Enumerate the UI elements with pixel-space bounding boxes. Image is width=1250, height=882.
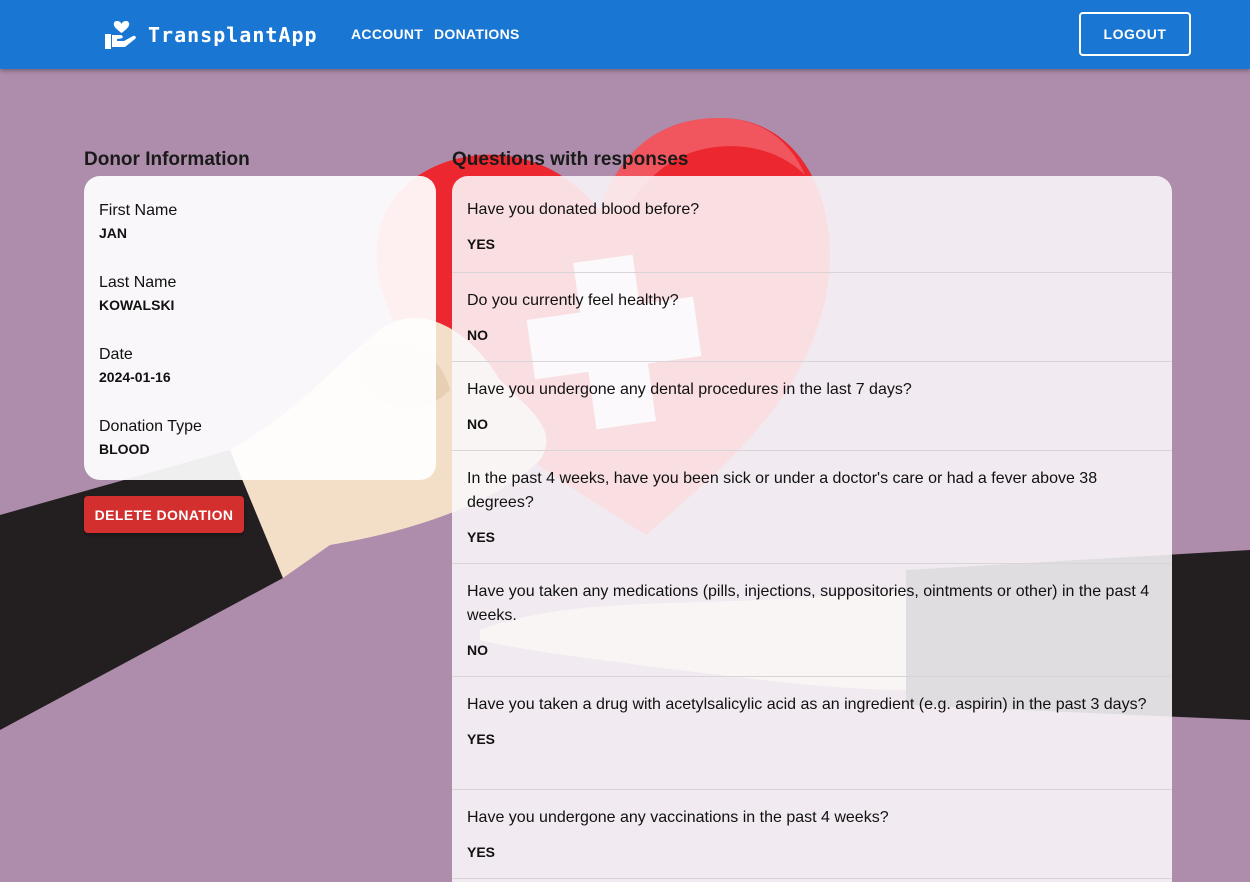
field-label: Date	[99, 346, 133, 363]
question-item: Have you taken any medications (pills, i…	[452, 564, 1172, 677]
logout-button[interactable]: LOGOUT	[1079, 12, 1191, 56]
question-text: Have you taken any medications (pills, i…	[467, 583, 1150, 624]
field-label: Donation Type	[99, 418, 202, 435]
field-value: BLOOD	[99, 441, 150, 457]
field-label: Last Name	[99, 274, 177, 291]
question-text: In the past 4 weeks, have you been sick …	[467, 470, 1098, 511]
question-item: Have you undergone any vaccinations in t…	[452, 790, 1172, 879]
question-answer: NO	[467, 642, 488, 658]
date-field: Date 2024-01-16	[99, 346, 420, 418]
question-text: Do you currently feel healthy?	[467, 292, 679, 309]
question-text: Have you undergone any vaccinations in t…	[467, 809, 889, 826]
left-sleeve-illustration	[0, 450, 283, 730]
field-value: KOWALSKI	[99, 297, 175, 313]
first-name-field: First Name JAN	[99, 202, 420, 274]
hand-heart-icon	[105, 21, 136, 49]
question-answer: YES	[467, 844, 496, 860]
question-answer: YES	[467, 236, 496, 252]
question-item: Do you currently feel healthy? NO	[452, 273, 1172, 362]
nav-account-link[interactable]: ACCOUNT	[351, 25, 423, 43]
donor-info-title: Donor Information	[84, 149, 250, 170]
question-item: Have you donated blood before? YES	[452, 176, 1172, 273]
app-bar: TransplantApp ACCOUNT DONATIONS LOGOUT	[0, 0, 1250, 69]
question-answer: YES	[467, 529, 496, 545]
questions-title: Questions with responses	[452, 149, 689, 170]
question-text: Have you taken a drug with acetylsalicyl…	[467, 696, 1147, 713]
brand-logo[interactable]: TransplantApp	[104, 18, 318, 52]
nav-donations-link[interactable]: DONATIONS	[434, 25, 520, 43]
field-value: JAN	[99, 225, 128, 241]
field-label: First Name	[99, 202, 178, 219]
question-item: Have you undergone any dental procedures…	[452, 362, 1172, 451]
question-item: Have you taken a drug with acetylsalicyl…	[452, 677, 1172, 790]
questions-list: Have you donated blood before? YES Do yo…	[452, 176, 1172, 882]
question-answer: YES	[467, 731, 496, 747]
question-text: Have you donated blood before?	[467, 201, 700, 218]
donor-info-card: First Name JAN Last Name KOWALSKI Date 2…	[84, 176, 436, 480]
last-name-field: Last Name KOWALSKI	[99, 274, 420, 346]
app-name: TransplantApp	[148, 23, 318, 47]
question-answer: NO	[467, 416, 488, 432]
delete-donation-button[interactable]: DELETE DONATION	[84, 496, 244, 533]
question-answer: NO	[467, 327, 488, 343]
field-value: 2024-01-16	[99, 369, 171, 385]
question-text: Have you undergone any dental procedures…	[467, 381, 912, 398]
donation-type-field: Donation Type BLOOD	[99, 418, 420, 490]
question-item: In the past 4 weeks, have you been sick …	[452, 451, 1172, 564]
